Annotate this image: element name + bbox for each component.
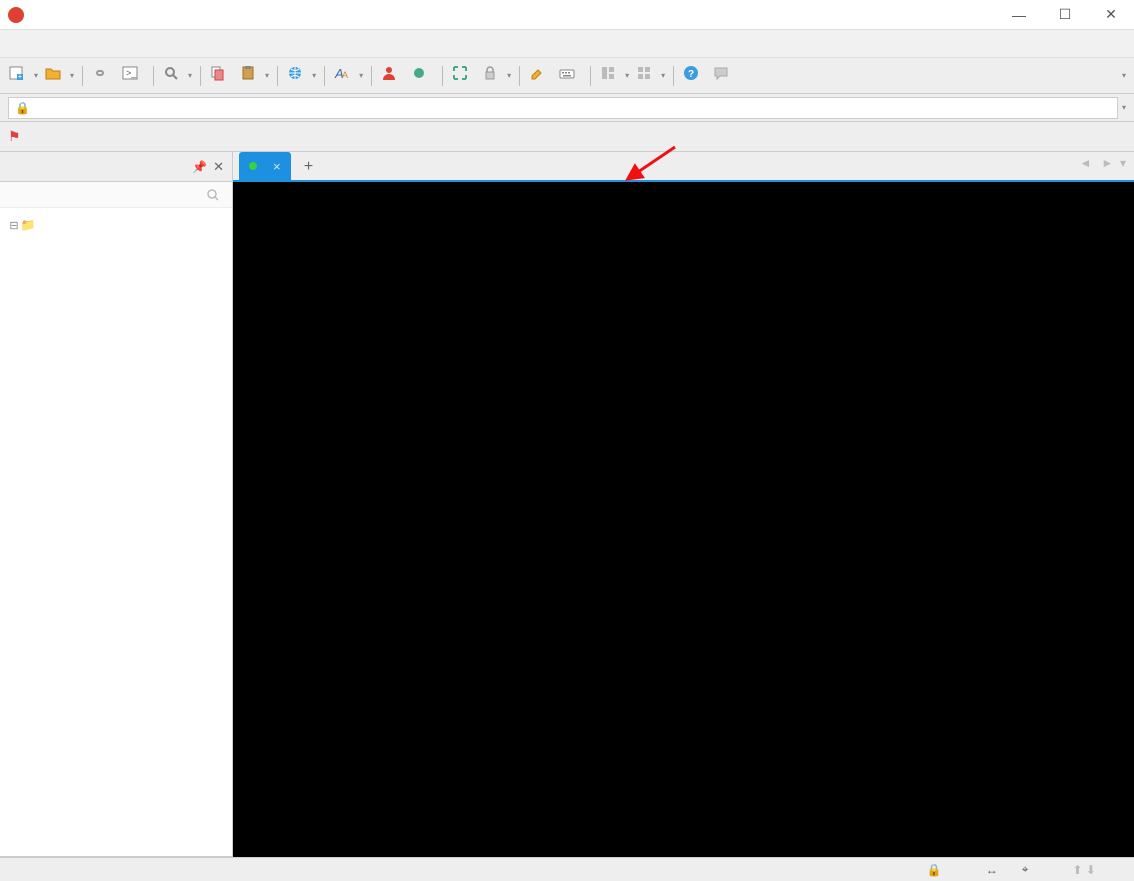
cursor-icon: ⌖ <box>1022 862 1029 877</box>
app-icon <box>8 7 24 23</box>
tree-root[interactable]: ⊟ 📁 <box>4 214 228 236</box>
menu-tab[interactable] <box>90 40 106 48</box>
tab-nav-icons[interactable]: ◄ ► ▾ <box>1080 156 1126 170</box>
globe-icon[interactable] <box>286 64 310 88</box>
status-dot-icon <box>249 162 257 170</box>
menu-help[interactable] <box>130 40 146 48</box>
lock-status-icon: 🔒 <box>927 863 942 877</box>
menu-window[interactable] <box>110 40 126 48</box>
keyboard-icon[interactable] <box>558 64 582 88</box>
titlebar: — ☐ ✕ <box>0 0 1134 30</box>
menu-edit[interactable] <box>30 40 46 48</box>
expand-icon[interactable]: ⊟ <box>8 219 20 232</box>
nav-arrows-icon[interactable]: ⬆ ⬇ <box>1073 863 1096 877</box>
menu-view[interactable] <box>50 40 66 48</box>
chat-icon[interactable] <box>712 64 736 88</box>
link-icon[interactable] <box>91 64 115 88</box>
address-dropdown-icon[interactable]: ▾ <box>1122 103 1126 112</box>
lock-icon[interactable] <box>481 64 505 88</box>
menubar <box>0 30 1134 58</box>
tip-bar: ⚑ <box>0 122 1134 152</box>
new-session-icon[interactable]: + <box>8 64 32 88</box>
panel-search[interactable] <box>0 182 232 208</box>
copy-icon[interactable] <box>209 64 233 88</box>
lock-small-icon: 🔒 <box>15 101 30 115</box>
font-icon[interactable]: AA <box>333 64 357 88</box>
svg-text:A: A <box>342 70 348 80</box>
tab-add-button[interactable]: + <box>295 154 323 180</box>
record-icon[interactable] <box>410 64 434 88</box>
search-icon[interactable] <box>162 64 186 88</box>
fullscreen-icon[interactable] <box>451 64 475 88</box>
flag-icon: ⚑ <box>8 128 21 145</box>
session-tree: ⊟ 📁 <box>0 208 232 856</box>
tab-session[interactable]: × <box>239 152 291 180</box>
folder-icon: 📁 <box>20 218 36 232</box>
dimension-icon: ↔ <box>986 863 998 877</box>
svg-text:?: ? <box>688 69 694 80</box>
toolbar: +▾ ▾ >_ ▾ ▾ ▾ AA▾ ▾ ▾ ▾ ? ▾ <box>0 58 1134 94</box>
address-bar: 🔒 ▾ <box>0 94 1134 122</box>
menu-tools[interactable] <box>70 40 86 48</box>
toolbar-overflow-icon[interactable]: ▾ <box>1122 71 1126 80</box>
highlight-icon[interactable] <box>528 64 552 88</box>
search-small-icon <box>204 186 222 204</box>
content-area: × + ◄ ► ▾ <box>233 152 1134 857</box>
maximize-button[interactable]: ☐ <box>1042 0 1088 30</box>
grid-icon[interactable] <box>635 64 659 88</box>
minimize-button[interactable]: — <box>996 0 1042 30</box>
close-button[interactable]: ✕ <box>1088 0 1134 30</box>
user-icon[interactable] <box>380 64 404 88</box>
open-session-icon[interactable] <box>44 64 68 88</box>
layout-icon[interactable] <box>599 64 623 88</box>
terminal-icon[interactable]: >_ <box>121 64 145 88</box>
svg-text:+: + <box>18 72 23 81</box>
pin-icon[interactable]: 📌 <box>192 160 207 174</box>
session-manager-panel: 📌 ✕ ⊟ 📁 <box>0 152 233 857</box>
svg-text:>_: >_ <box>126 68 137 78</box>
panel-close-icon[interactable]: ✕ <box>213 159 224 175</box>
terminal[interactable] <box>233 182 1134 857</box>
panel-header: 📌 ✕ <box>0 152 232 182</box>
help-icon[interactable]: ? <box>682 64 706 88</box>
paste-icon[interactable] <box>239 64 263 88</box>
statusbar: 🔒 ↔ ⌖ ⬆ ⬇ <box>0 857 1134 881</box>
menu-file[interactable] <box>10 40 26 48</box>
address-input[interactable]: 🔒 <box>8 97 1118 119</box>
tab-close-icon[interactable]: × <box>273 159 281 174</box>
tabbar: × + ◄ ► ▾ <box>233 152 1134 182</box>
